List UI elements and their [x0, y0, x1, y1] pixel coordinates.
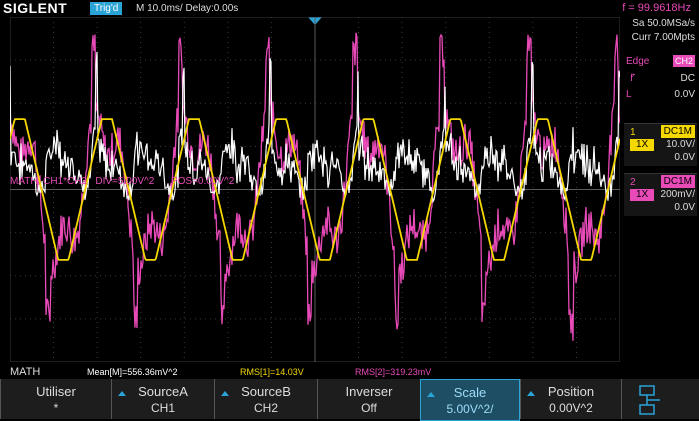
softkey-scale-value: 5.00V^2/ — [446, 402, 494, 416]
channel-2-info[interactable]: 2 DC1M 1X 200mV/ 0.0V — [624, 173, 697, 216]
softkey-source-b-title: SourceB — [241, 384, 291, 399]
softkey-invert-title: Inverser — [345, 384, 393, 399]
channel-1-offset: 0.0V — [674, 152, 695, 163]
softkey-scale-title: Scale — [453, 385, 487, 400]
up-arrow-icon — [427, 392, 435, 397]
softkey-source-b[interactable]: SourceB CH2 — [214, 379, 317, 419]
right-info-panel: Sa 50.0MSa/s Curr 7.00Mpts Edge CH2 ⹍ DC… — [622, 17, 699, 362]
brand-logo: SIGLENT — [3, 0, 68, 16]
waveform-display[interactable] — [10, 17, 620, 362]
channel-2-number: 2 — [630, 177, 636, 188]
channel-2-offset: 0.0V — [674, 202, 695, 213]
trigger-level-value: 0.0V — [674, 89, 695, 100]
softkey-source-a-title: SourceA — [138, 384, 188, 399]
channel-2-probe: 1X — [630, 189, 655, 201]
softkey-operator[interactable]: Utiliser * — [0, 379, 111, 419]
softkey-position-value: 0.00V^2 — [549, 401, 593, 415]
up-arrow-icon — [221, 391, 229, 396]
measurement-bar: MATH Mean[M]=556.36mV^2 RMS[1]=14.03V RM… — [0, 365, 699, 379]
trigger-level-label: L — [626, 89, 632, 100]
channel-1-info[interactable]: 1 DC1M 1X 10.0V/ 0.0V — [624, 123, 697, 166]
trigger-slope-row: ⹍ DC — [626, 72, 695, 85]
memory-depth-readout: Curr 7.00Mpts — [631, 32, 695, 43]
softkey-operator-value: * — [53, 401, 59, 415]
channel-1-number: 1 — [630, 127, 636, 138]
softkey-invert[interactable]: Inverser Off — [317, 379, 420, 419]
channel-1-coupling: DC1M — [660, 125, 695, 138]
up-arrow-icon — [527, 391, 535, 396]
channel-1-scale: 10.0V/ — [666, 139, 695, 150]
math-function-label: MATH CH1*CH2 DIV=5.00V^2 POS=0.00V^2 — [10, 176, 235, 187]
rising-edge-icon: ⹍ — [630, 73, 636, 84]
softkey-operator-title: Utiliser — [36, 384, 76, 399]
softkey-network[interactable] — [621, 379, 699, 419]
softkey-scale[interactable]: Scale 5.00V^2/ — [420, 379, 520, 421]
timebase-readout: M 10.0ms/ Delay:0.00s — [136, 3, 239, 14]
sample-rate-readout: Sa 50.0MSa/s — [632, 18, 695, 29]
softkey-position[interactable]: Position 0.00V^2 — [520, 379, 621, 419]
channel-2-coupling: DC1M — [660, 175, 695, 188]
trigger-level-row: L 0.0V — [626, 88, 695, 101]
waveform-canvas — [10, 17, 620, 362]
top-status-bar: SIGLENT Trig'd M 10.0ms/ Delay:0.00s f =… — [0, 0, 699, 17]
softkey-source-a[interactable]: SourceA CH1 — [111, 379, 214, 419]
up-arrow-icon — [118, 391, 126, 396]
softkey-source-a-value: CH1 — [150, 401, 175, 415]
trigger-frequency-readout: f = 99.9618Hz — [622, 2, 691, 14]
softkey-menu: Utiliser * SourceA CH1 SourceB CH2 Inver… — [0, 379, 699, 421]
measurement-mean: Mean[M]=556.36mV^2 — [87, 367, 178, 377]
trigger-state-badge: Trig'd — [90, 2, 123, 15]
channel-2-scale: 200mV/ — [660, 189, 695, 200]
math-menu-title: MATH — [10, 366, 41, 378]
softkey-invert-value: Off — [361, 401, 377, 415]
softkey-position-title: Position — [547, 384, 595, 399]
channel-1-probe: 1X — [630, 139, 655, 151]
measurement-rms-ch1: RMS[1]=14.03V — [240, 367, 304, 377]
network-icon — [639, 385, 660, 415]
softkey-source-b-value: CH2 — [253, 401, 278, 415]
measurement-rms-ch2: RMS[2]=319.23mV — [355, 367, 432, 377]
trigger-source-badge[interactable]: CH2 — [673, 55, 695, 67]
graticule-center — [10, 17, 620, 362]
trigger-coupling: DC — [680, 73, 695, 84]
